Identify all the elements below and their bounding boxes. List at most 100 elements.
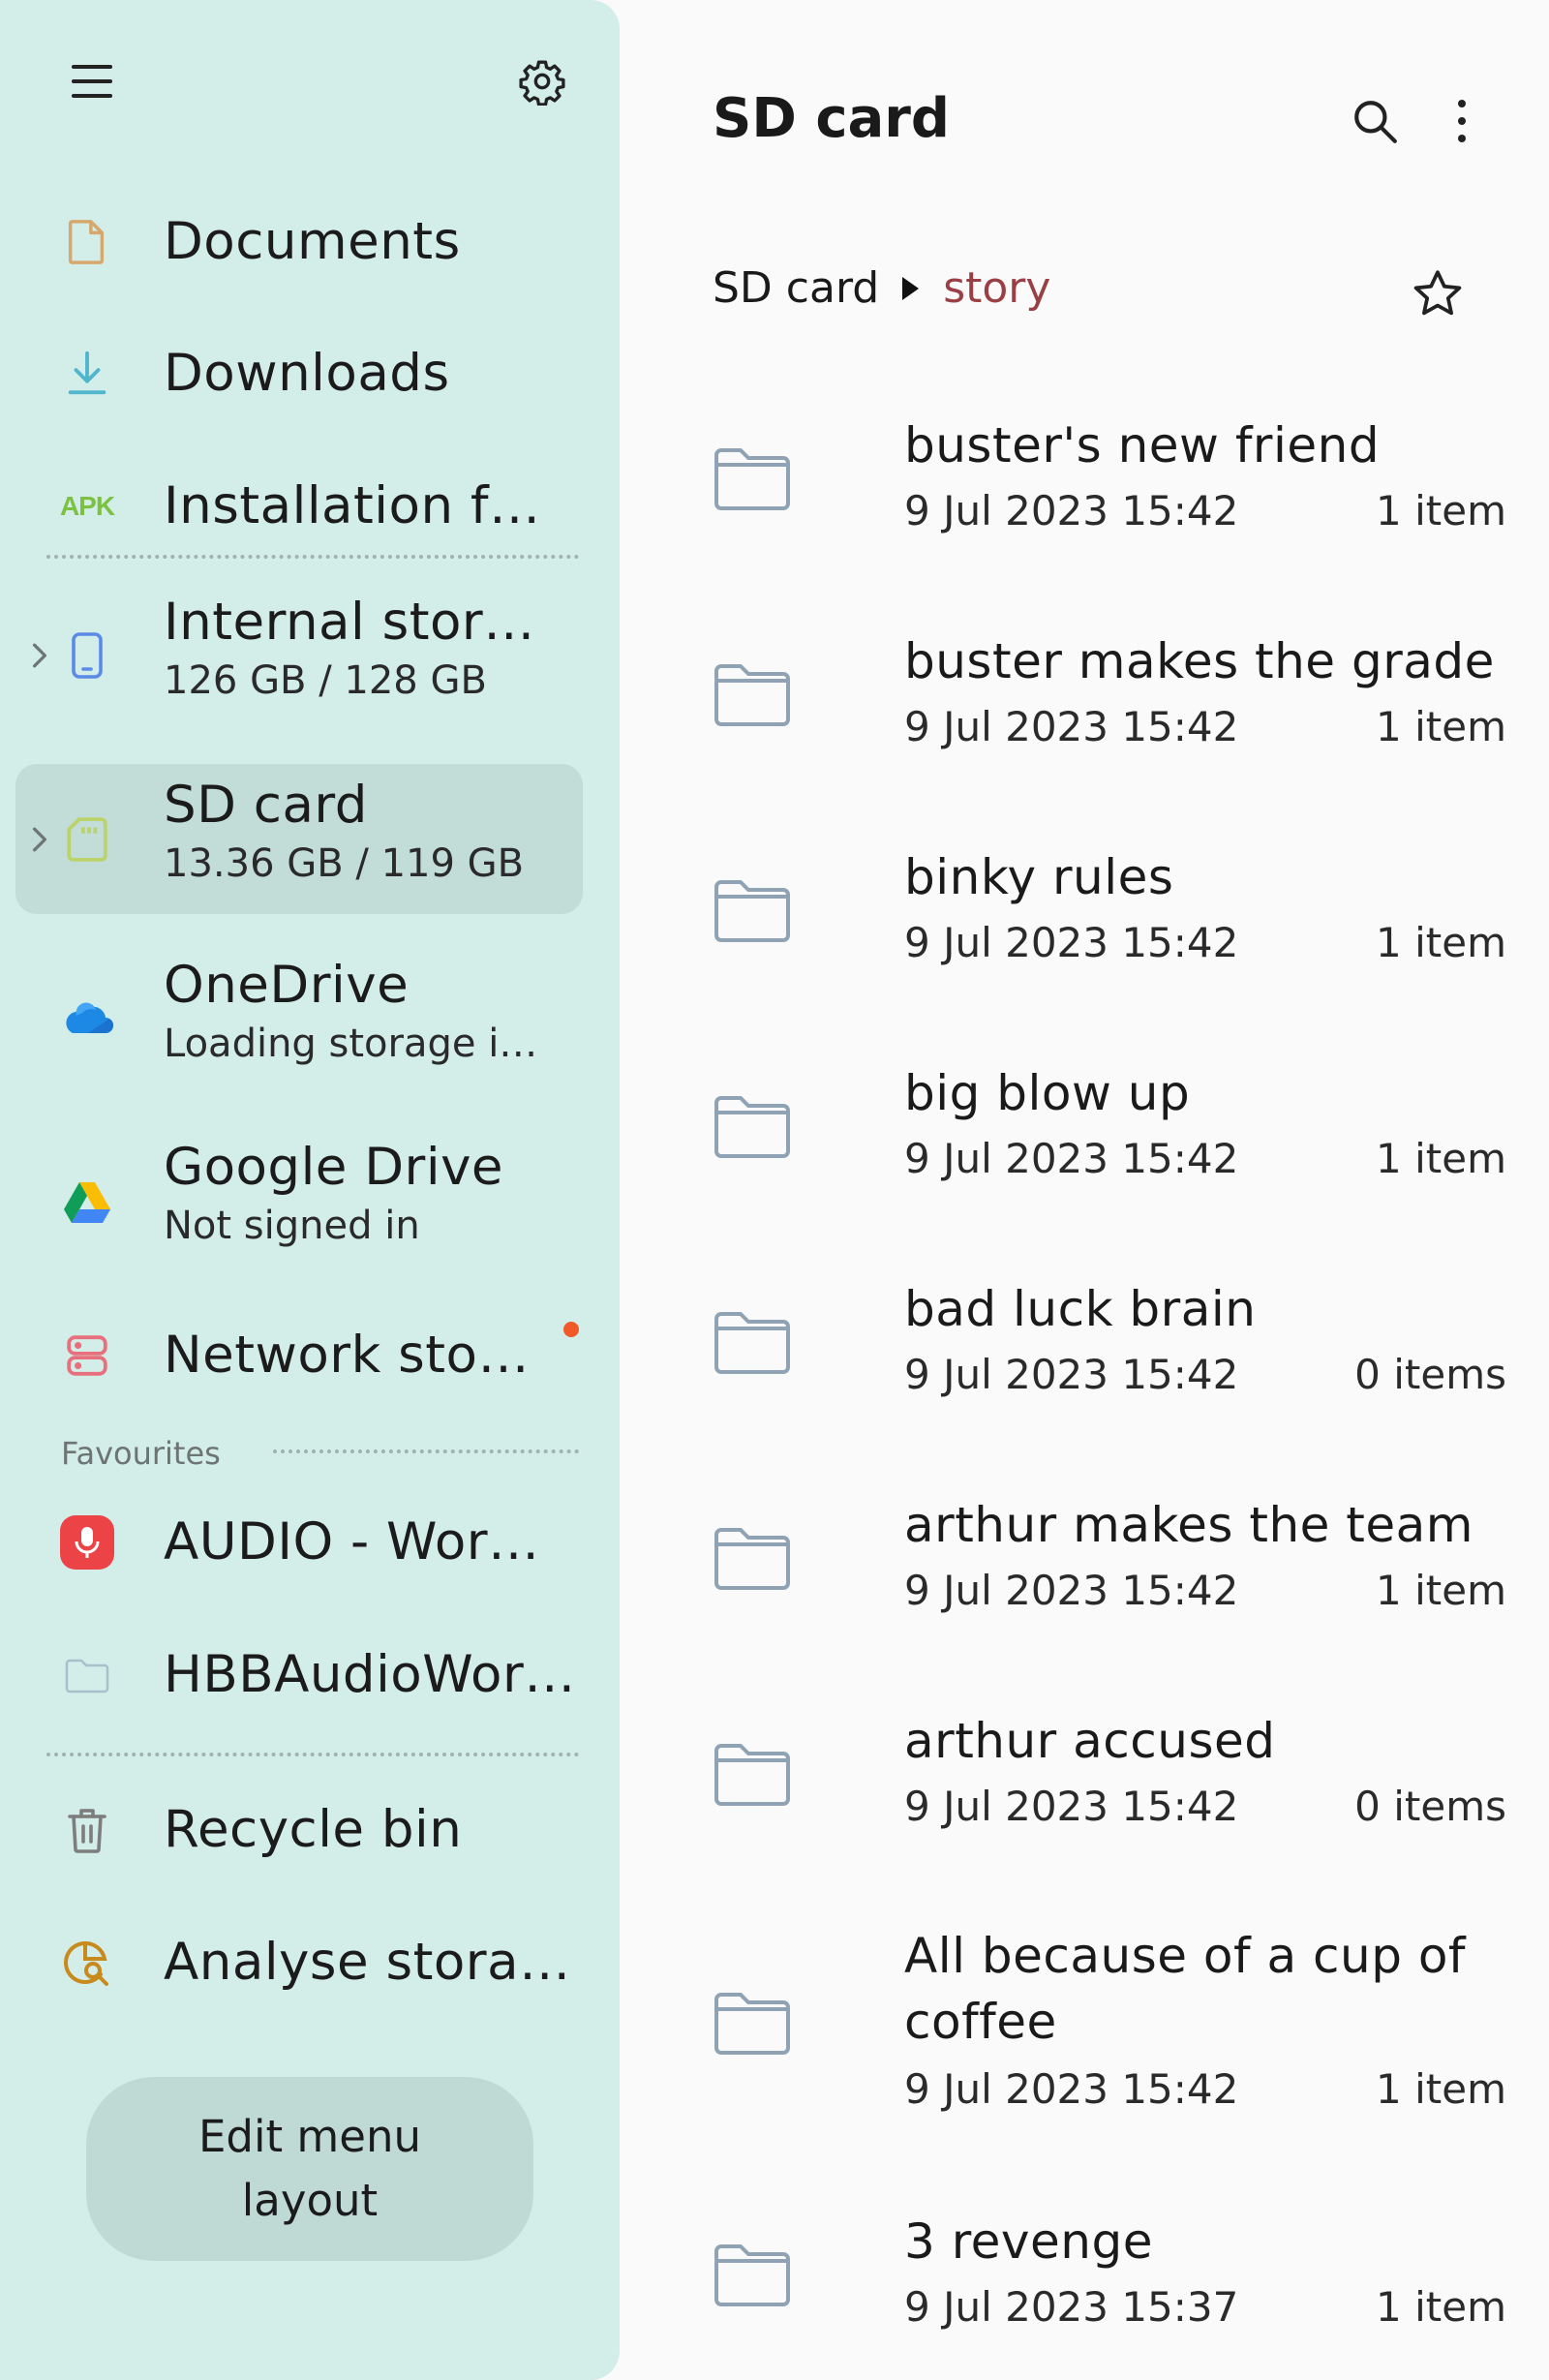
sidebar-item-network-storage[interactable]: Network sto…	[15, 1297, 583, 1414]
sidebar-item-internal-storage[interactable]: Internal stor… 126 GB / 128 GB	[15, 583, 583, 728]
folder-name: big blow up	[904, 1065, 1191, 1121]
hamburger-menu-icon[interactable]	[63, 52, 121, 110]
sidebar-item-label: HBBAudioWor…	[164, 1645, 576, 1704]
sidebar-item-label: OneDrive	[164, 956, 410, 1015]
favourites-heading: Favourites	[61, 1435, 221, 1472]
folder-icon	[714, 1096, 790, 1158]
google-drive-icon	[58, 1173, 116, 1231]
folder-icon	[714, 448, 790, 510]
gear-icon[interactable]	[513, 52, 571, 110]
chevron-right-icon[interactable]	[25, 820, 54, 859]
edit-menu-layout-label: layout	[241, 2175, 379, 2226]
folder-icon	[714, 1312, 790, 1374]
folder-icon	[714, 1993, 790, 2055]
folder-row[interactable]: arthur makes the team 9 Jul 2023 15:42 1…	[713, 1486, 1506, 1622]
divider	[46, 555, 579, 559]
file-browser: SD card SD card story buster's new frien…	[620, 0, 1549, 2380]
storage-status: Loading storage i…	[164, 1022, 538, 1066]
sidebar-item-label: AUDIO - Wor…	[164, 1512, 540, 1571]
sidebar-item-downloads[interactable]: Downloads	[15, 316, 583, 432]
edit-menu-layout-label: Edit menu	[197, 2111, 421, 2162]
storage-usage: 126 GB / 128 GB	[164, 658, 487, 703]
sign-in-status: Not signed in	[164, 1204, 420, 1248]
folder-date: 9 Jul 2023 15:42	[904, 487, 1239, 534]
sidebar-item-label: Internal stor…	[164, 593, 535, 652]
folder-row[interactable]: bad luck brain 9 Jul 2023 15:42 0 items	[713, 1270, 1506, 1406]
sidebar-item-label: Installation f…	[164, 476, 541, 535]
analyse-storage-icon	[58, 1934, 116, 1992]
breadcrumb-current[interactable]: story	[943, 263, 1050, 313]
microphone-icon	[58, 1513, 116, 1571]
folder-name: binky rules	[904, 849, 1174, 905]
folder-date: 9 Jul 2023 15:42	[904, 2065, 1239, 2113]
network-storage-icon	[58, 1327, 116, 1385]
search-icon[interactable]	[1341, 87, 1409, 155]
folder-date: 9 Jul 2023 15:42	[904, 1135, 1239, 1182]
chevron-right-icon[interactable]	[25, 636, 54, 675]
sidebar-item-label: Google Drive	[164, 1138, 504, 1197]
folder-name: buster's new friend	[904, 417, 1381, 473]
navigation-drawer: Documents Downloads APK Installation f…	[0, 0, 620, 2380]
folder-date: 9 Jul 2023 15:37	[904, 2283, 1239, 2331]
folder-date: 9 Jul 2023 15:42	[904, 919, 1239, 966]
folder-row[interactable]: big blow up 9 Jul 2023 15:42 1 item	[713, 1054, 1506, 1190]
folder-date: 9 Jul 2023 15:42	[904, 1783, 1239, 1830]
folder-name: All because of a cup of	[904, 1928, 1467, 1984]
sidebar-item-label: Recycle bin	[164, 1800, 463, 1859]
page-title: SD card	[713, 87, 950, 150]
folder-date: 9 Jul 2023 15:42	[904, 1567, 1239, 1614]
sidebar-item-recycle-bin[interactable]: Recycle bin	[15, 1772, 583, 1888]
folder-row[interactable]: All because of a cup of coffee 9 Jul 202…	[713, 1917, 1506, 2121]
storage-usage: 13.36 GB / 119 GB	[164, 841, 525, 886]
sd-card-icon	[58, 810, 116, 869]
folder-icon	[714, 880, 790, 942]
folder-item-count: 1 item	[1376, 2065, 1506, 2113]
folder-item-count: 1 item	[1376, 919, 1506, 966]
folder-item-count: 1 item	[1376, 1567, 1506, 1614]
sidebar-item-google-drive[interactable]: Google Drive Not signed in	[15, 1126, 583, 1276]
folder-date: 9 Jul 2023 15:42	[904, 1351, 1239, 1398]
sidebar-item-label: SD card	[164, 776, 368, 835]
folder-item-count: 1 item	[1376, 703, 1506, 750]
sidebar-item-documents[interactable]: Documents	[15, 184, 583, 300]
divider	[273, 1449, 579, 1453]
sidebar-item-favourite-folder[interactable]: HBBAudioWor…	[15, 1617, 583, 1733]
folder-date: 9 Jul 2023 15:42	[904, 703, 1239, 750]
sidebar-item-analyse-storage[interactable]: Analyse stora…	[15, 1905, 583, 2021]
breadcrumb-separator-icon	[900, 274, 922, 303]
sidebar-item-installation-files[interactable]: APK Installation f…	[15, 448, 583, 564]
folder-item-count: 1 item	[1376, 1135, 1506, 1182]
folder-name: buster makes the grade	[904, 633, 1495, 689]
folder-item-count: 1 item	[1376, 2283, 1506, 2331]
folder-name: bad luck brain	[904, 1281, 1257, 1337]
sidebar-item-sd-card[interactable]: SD card 13.36 GB / 119 GB	[15, 764, 583, 914]
folder-item-count: 0 items	[1354, 1783, 1506, 1830]
apk-icon: APK	[59, 491, 115, 521]
document-icon	[58, 213, 116, 271]
folder-row[interactable]: buster's new friend 9 Jul 2023 15:42 1 i…	[713, 407, 1506, 542]
folder-icon	[714, 2244, 790, 2306]
sidebar-item-favourite-audio[interactable]: AUDIO - Wor…	[15, 1484, 583, 1601]
folder-row[interactable]: 3 revenge 9 Jul 2023 15:37 1 item	[713, 2203, 1506, 2338]
sidebar-item-label: Network sto…	[164, 1326, 530, 1385]
breadcrumb: SD card story	[713, 263, 1050, 313]
star-icon[interactable]	[1404, 259, 1472, 327]
more-options-icon[interactable]	[1428, 87, 1496, 155]
folder-row[interactable]: buster makes the grade 9 Jul 2023 15:42 …	[713, 623, 1506, 758]
folder-item-count: 0 items	[1354, 1351, 1506, 1398]
sidebar-item-label: Analyse stora…	[164, 1933, 571, 1992]
folder-icon	[58, 1646, 116, 1704]
sidebar-item-label: Documents	[164, 212, 461, 271]
notification-dot	[563, 1322, 579, 1337]
folder-item-count: 1 item	[1376, 487, 1506, 534]
sidebar-item-onedrive[interactable]: OneDrive Loading storage i…	[15, 944, 583, 1094]
edit-menu-layout-button[interactable]: Edit menu layout	[86, 2077, 533, 2261]
folder-row[interactable]: binky rules 9 Jul 2023 15:42 1 item	[713, 839, 1506, 974]
breadcrumb-item[interactable]: SD card	[713, 263, 879, 313]
folder-name-continued: coffee	[904, 1994, 1057, 2050]
folder-row[interactable]: arthur accused 9 Jul 2023 15:42 0 items	[713, 1702, 1506, 1838]
sidebar-item-label: Downloads	[164, 344, 450, 403]
phone-icon	[58, 626, 116, 685]
folder-name: 3 revenge	[904, 2213, 1153, 2270]
folder-name: arthur accused	[904, 1713, 1276, 1769]
